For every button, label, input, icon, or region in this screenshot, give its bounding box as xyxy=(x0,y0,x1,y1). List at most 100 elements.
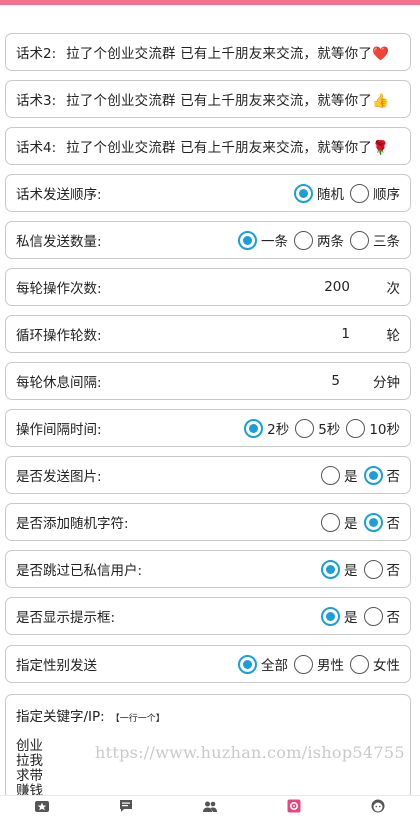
radio-label: 否 xyxy=(386,610,401,626)
radio-option-10s[interactable]: 10秒 xyxy=(346,418,400,438)
nav-item-users[interactable] xyxy=(190,796,230,816)
radio-button[interactable] xyxy=(321,606,340,626)
radio-button[interactable] xyxy=(244,418,264,438)
radio-button[interactable] xyxy=(321,512,340,532)
gender-label: 指定性别发送 xyxy=(16,658,97,674)
script-label: 话术2: xyxy=(16,46,57,62)
radio-option-5s[interactable]: 5秒 xyxy=(295,418,340,438)
random-chars-row: 是否添加随机字符: 是 否 xyxy=(5,503,411,541)
radio-option-no[interactable]: 否 xyxy=(363,512,400,532)
radio-label: 5秒 xyxy=(318,422,341,438)
nav-item-message[interactable] xyxy=(106,796,146,816)
script-text[interactable]: 拉了个创业交流群 已有上千朋友来交流，就等你了👍 xyxy=(66,89,400,109)
radio-option-sequential[interactable]: 顺序 xyxy=(350,183,400,203)
radio-option-yes[interactable]: 是 xyxy=(321,606,358,626)
radio-label: 否 xyxy=(386,563,401,579)
radio-option-no[interactable]: 否 xyxy=(363,606,401,626)
radio-label: 男性 xyxy=(317,658,344,674)
radio-option-yes[interactable]: 是 xyxy=(321,559,358,579)
radio-button[interactable] xyxy=(294,230,313,250)
loop-rounds-input[interactable] xyxy=(292,326,372,342)
ops-per-round-input[interactable] xyxy=(292,279,372,295)
radio-button[interactable] xyxy=(294,183,313,203)
radio-label: 是 xyxy=(344,610,358,626)
skip-messaged-label: 是否跳过已私信用户: xyxy=(16,563,143,579)
keywords-title: 指定关键字/IP: 【一行一个】 xyxy=(16,705,400,725)
radio-option-2s[interactable]: 2秒 xyxy=(244,418,289,438)
unit-label: 次 xyxy=(386,281,401,297)
radio-option-female[interactable]: 女性 xyxy=(350,654,400,674)
unit-label: 分钟 xyxy=(373,375,400,391)
radio-label: 否 xyxy=(386,469,401,485)
radio-option-no[interactable]: 否 xyxy=(363,465,401,485)
show-tip-row: 是否显示提示框: 是 否 xyxy=(5,597,411,635)
radio-button[interactable] xyxy=(363,606,383,626)
radio-option-three[interactable]: 三条 xyxy=(350,230,400,250)
gender-row: 指定性别发送 全部 男性 女性 xyxy=(5,645,411,683)
keyword-line: 拉我 xyxy=(16,753,43,769)
nav-item-profile[interactable] xyxy=(358,796,398,816)
radio-label: 全部 xyxy=(261,658,288,674)
script-row-4[interactable]: 话术4: 拉了个创业交流群 已有上千朋友来交流，就等你了🌹 xyxy=(5,127,411,165)
rose-emoji-icon: 🌹 xyxy=(372,140,390,156)
show-tip-label: 是否显示提示框: xyxy=(16,610,116,626)
script-row-2[interactable]: 话术2: 拉了个创业交流群 已有上千朋友来交流，就等你了❤️ xyxy=(5,33,411,71)
radio-label: 一条 xyxy=(261,234,288,250)
skip-messaged-row: 是否跳过已私信用户: 是 否 xyxy=(5,550,411,588)
bottom-nav xyxy=(0,795,420,816)
loop-rounds-row: 循环操作轮数: 轮 xyxy=(5,315,411,353)
radio-button[interactable] xyxy=(321,559,340,579)
random-chars-label: 是否添加随机字符: xyxy=(16,516,129,532)
script-label: 话术3: xyxy=(16,93,57,109)
radio-option-male[interactable]: 男性 xyxy=(294,654,344,674)
radio-option-two[interactable]: 两条 xyxy=(294,230,344,250)
keywords-lines: 创业 拉我 求带 赚钱 xyxy=(16,739,400,799)
radio-button[interactable] xyxy=(350,654,369,674)
dm-count-label: 私信发送数量: xyxy=(16,234,102,250)
radio-button[interactable] xyxy=(294,654,313,674)
radio-button[interactable] xyxy=(295,418,315,438)
radio-button[interactable] xyxy=(350,183,369,203)
radio-option-all[interactable]: 全部 xyxy=(238,654,288,674)
round-rest-row: 每轮休息间隔: 分钟 xyxy=(5,362,411,400)
send-order-row: 话术发送顺序: 随机 顺序 xyxy=(5,174,411,212)
round-rest-input[interactable] xyxy=(296,373,366,389)
heart-emoji-icon: ❤️ xyxy=(372,46,390,62)
radio-option-random[interactable]: 随机 xyxy=(294,183,344,203)
radio-label: 三条 xyxy=(373,234,400,250)
script-text[interactable]: 拉了个创业交流群 已有上千朋友来交流，就等你了🌹 xyxy=(66,136,400,156)
settings-icon xyxy=(287,799,301,813)
keywords-textarea[interactable]: 指定关键字/IP: 【一行一个】 创业 拉我 求带 赚钱 xyxy=(5,694,411,800)
script-row-3[interactable]: 话术3: 拉了个创业交流群 已有上千朋友来交流，就等你了👍 xyxy=(5,80,411,118)
radio-button[interactable] xyxy=(321,465,340,485)
round-rest-label: 每轮休息间隔: xyxy=(16,375,102,391)
thumbs-up-emoji-icon: 👍 xyxy=(372,93,390,109)
radio-label: 10秒 xyxy=(369,422,400,438)
radio-label: 女性 xyxy=(373,658,400,674)
radio-label: 随机 xyxy=(317,187,344,203)
skip-messaged-radio-group: 是 否 xyxy=(315,559,400,579)
radio-button[interactable] xyxy=(238,654,257,674)
radio-option-yes[interactable]: 是 xyxy=(321,465,358,485)
send-order-radio-group: 随机 顺序 xyxy=(288,183,400,203)
op-interval-radio-group: 2秒 5秒 10秒 xyxy=(238,418,400,438)
radio-label: 是 xyxy=(344,516,358,532)
top-accent-bar xyxy=(0,0,420,5)
dm-count-row: 私信发送数量: 一条 两条 三条 xyxy=(5,221,411,259)
nav-item-star[interactable] xyxy=(22,796,62,816)
radio-button[interactable] xyxy=(363,465,383,485)
op-interval-label: 操作间隔时间: xyxy=(16,422,102,438)
script-text[interactable]: 拉了个创业交流群 已有上千朋友来交流，就等你了❤️ xyxy=(66,42,400,62)
radio-button[interactable] xyxy=(238,230,257,250)
nav-item-settings[interactable] xyxy=(274,796,314,816)
star-icon xyxy=(35,801,49,812)
radio-option-no[interactable]: 否 xyxy=(363,559,401,579)
radio-button[interactable] xyxy=(363,512,383,532)
radio-button[interactable] xyxy=(346,418,366,438)
radio-option-yes[interactable]: 是 xyxy=(321,512,358,532)
radio-button[interactable] xyxy=(363,559,383,579)
dm-count-radio-group: 一条 两条 三条 xyxy=(232,230,400,250)
radio-button[interactable] xyxy=(350,230,369,250)
send-order-label: 话术发送顺序: xyxy=(16,187,102,203)
radio-option-one[interactable]: 一条 xyxy=(238,230,288,250)
